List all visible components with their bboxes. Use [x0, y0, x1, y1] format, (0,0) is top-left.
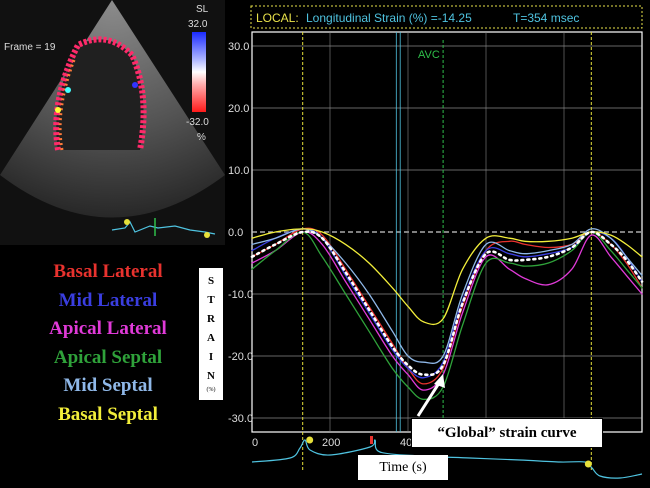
ecg-marker — [584, 460, 592, 468]
strain-axis-label: S T R A I N (%) — [199, 268, 223, 400]
header-strain-readout: Longitudinal Strain (%) =-14.25 — [306, 11, 472, 25]
x-axis-label: Time (s) — [358, 455, 448, 480]
y-tick-label: 20.0 — [228, 103, 249, 115]
y-tick-label: -30.0 — [228, 413, 253, 425]
y-tick-label: 30.0 — [228, 41, 249, 53]
strain-unit: (%) — [206, 387, 216, 393]
x-tick-label: 200 — [322, 437, 340, 449]
ecg-cursor-mark — [370, 436, 373, 444]
series-line-mid-septal — [251, 228, 643, 365]
y-tick-label: 0.0 — [228, 227, 243, 239]
global-curve-label: “Global” strain curve — [411, 418, 603, 448]
header-local-label: LOCAL: — [256, 11, 299, 25]
series-line-basal-septal — [251, 228, 643, 326]
ecg-marker — [306, 436, 314, 444]
avc-label: AVC — [418, 49, 440, 61]
strain-chart: 30.020.010.00.0-10.0-20.0-30.00 200 400 LO… — [228, 5, 644, 479]
strain-letter: S — [207, 275, 215, 287]
x-tick-label: 0 — [252, 437, 258, 449]
y-tick-label: -20.0 — [228, 351, 253, 363]
series-line-apical-septal — [251, 231, 643, 401]
strain-letter: A — [207, 332, 215, 344]
y-tick-label: 10.0 — [228, 165, 249, 177]
strain-letter: N — [207, 370, 215, 382]
strain-letter: I — [208, 351, 214, 363]
header-time-readout: T=354 msec — [513, 11, 579, 25]
series-line-basal-lateral — [251, 227, 643, 385]
global-arrow — [416, 379, 443, 417]
strain-letter: R — [207, 313, 215, 325]
y-tick-label: -10.0 — [228, 289, 253, 301]
strain-letter: T — [207, 294, 215, 306]
